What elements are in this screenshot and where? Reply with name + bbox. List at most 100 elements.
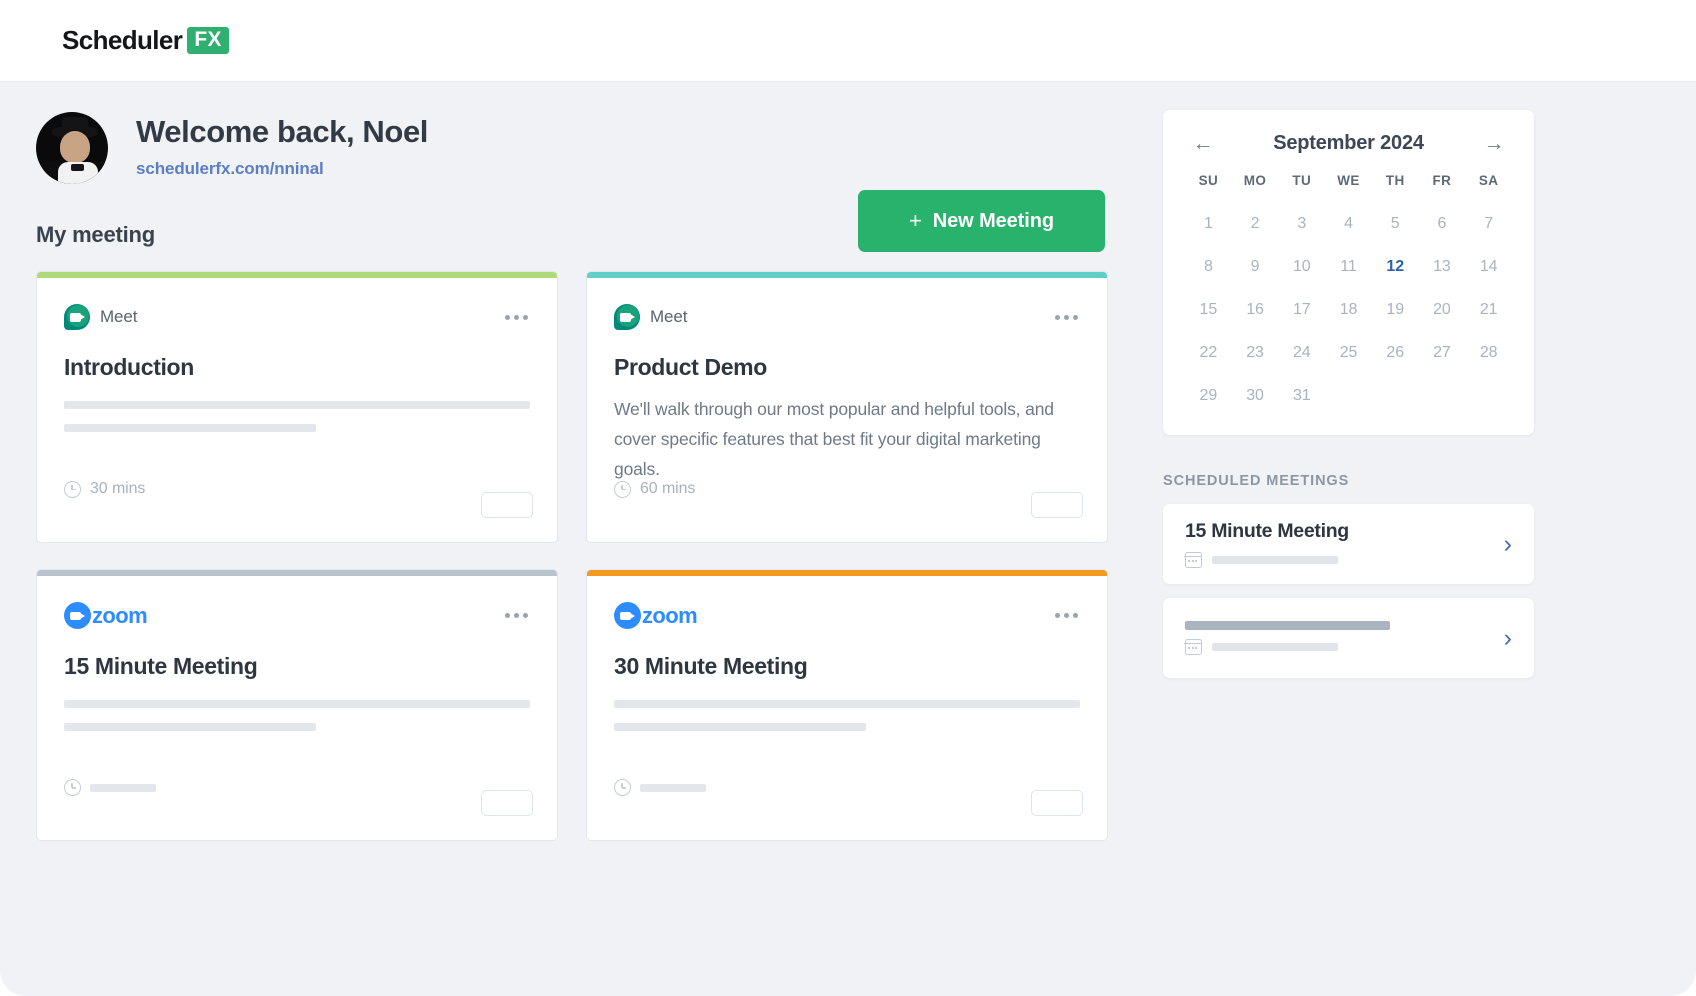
provider-badge: Meet: [64, 304, 138, 330]
description-placeholder-bar: [614, 700, 1080, 708]
card-action-placeholder-button[interactable]: [481, 790, 533, 816]
calendar-day[interactable]: 30: [1232, 381, 1279, 411]
chevron-right-icon[interactable]: ›: [1504, 625, 1512, 651]
calendar-day[interactable]: 7: [1465, 209, 1512, 239]
calendar-day[interactable]: 20: [1419, 295, 1466, 325]
card-action-placeholder-button[interactable]: [1031, 790, 1083, 816]
calendar-day[interactable]: 13: [1419, 252, 1466, 282]
calendar-day[interactable]: 21: [1465, 295, 1512, 325]
calendar-day[interactable]: 2: [1232, 209, 1279, 239]
scheduled-meeting-body: 15 Minute Meeting: [1184, 520, 1490, 568]
calendar-day[interactable]: 6: [1419, 209, 1466, 239]
card-duration: 60 mins: [640, 480, 696, 497]
scheduled-meetings-list: 15 Minute Meeting › ›: [1163, 504, 1534, 678]
calendar-day[interactable]: 14: [1465, 252, 1512, 282]
card-duration: 30 mins: [90, 480, 146, 497]
calendar-day[interactable]: 4: [1325, 209, 1372, 239]
calendar-day[interactable]: 22: [1185, 338, 1232, 368]
calendar-weekday-header: SA: [1478, 173, 1499, 188]
calendar-day[interactable]: 19: [1372, 295, 1419, 325]
calendar-day[interactable]: 25: [1325, 338, 1372, 368]
calendar-day[interactable]: 23: [1232, 338, 1279, 368]
card-action-placeholder-button[interactable]: [1031, 492, 1083, 518]
card-options-menu-icon[interactable]: [1053, 607, 1080, 624]
description-placeholder-bar: [64, 700, 530, 708]
google-meet-icon: [614, 304, 640, 330]
meeting-card[interactable]: zoom 15 Minute Meeting: [36, 569, 558, 841]
arrow-right-icon[interactable]: →: [1482, 133, 1506, 154]
card-header: zoom: [614, 602, 1080, 629]
provider-badge: zoom: [64, 602, 148, 629]
scheduled-title-placeholder-bar: [1185, 621, 1390, 630]
meeting-card[interactable]: Meet Product Demo We'll walk through our m…: [586, 271, 1108, 543]
description-placeholder-bar: [64, 401, 530, 409]
calendar-day[interactable]: 27: [1419, 338, 1466, 368]
calendar-day[interactable]: 17: [1278, 295, 1325, 325]
card-action-placeholder-button[interactable]: [481, 492, 533, 518]
calendar-day[interactable]: 3: [1278, 209, 1325, 239]
calendar-weekday-header: FR: [1432, 173, 1452, 188]
calendar-day[interactable]: 8: [1185, 252, 1232, 282]
new-meeting-button[interactable]: + New Meeting: [858, 190, 1105, 252]
meeting-card[interactable]: zoom 30 Minute Meeting: [586, 569, 1108, 841]
calendar-day[interactable]: 15: [1185, 295, 1232, 325]
clock-icon: [614, 480, 631, 498]
arrow-left-icon[interactable]: ←: [1191, 133, 1215, 154]
calendar-icon: [1184, 552, 1202, 568]
clock-icon: [614, 779, 631, 796]
calendar-day[interactable]: 11: [1325, 252, 1372, 282]
calendar-day[interactable]: 28: [1465, 338, 1512, 368]
card-title: 15 Minute Meeting: [64, 653, 258, 679]
calendar-day[interactable]: 31: [1278, 381, 1325, 411]
scheduled-meeting-item[interactable]: ›: [1163, 598, 1534, 678]
logo-wordmark: Scheduler: [62, 25, 183, 55]
calendar-day[interactable]: 29: [1185, 381, 1232, 411]
card-options-menu-icon[interactable]: [1053, 309, 1080, 326]
app-logo[interactable]: Scheduler FX: [62, 25, 229, 56]
clock-icon: [64, 480, 81, 498]
calendar-weekday-header: SU: [1198, 173, 1219, 188]
description-placeholder-bar: [64, 424, 316, 432]
welcome-text: Welcome back, Noel schedulerfx.com/nnina…: [136, 112, 428, 179]
zoom-icon: [614, 602, 641, 629]
provider-label: Meet: [100, 307, 138, 326]
card-title: Product Demo: [614, 354, 767, 380]
card-options-menu-icon[interactable]: [503, 309, 530, 326]
card-header: zoom: [64, 602, 530, 629]
calendar-day[interactable]: 10: [1278, 252, 1325, 282]
calendar-weekday-header: TU: [1292, 173, 1312, 188]
duration-placeholder-bar: [640, 783, 706, 792]
meeting-card[interactable]: Meet Introduction 30 mins: [36, 271, 558, 543]
card-footer: 30 mins: [64, 480, 145, 498]
calendar-day[interactable]: 9: [1232, 252, 1279, 282]
scheduled-meeting-meta: [1184, 639, 1490, 655]
calendar-day-today[interactable]: 12: [1372, 252, 1419, 282]
card-footer: [64, 779, 156, 796]
app-window: Scheduler FX Welcome back, Noel scheduler…: [0, 0, 1696, 996]
calendar-grid: SU MO TU WE TH FR SA 1 2 3 4 5 6 7 8 9 10 11 12 13 14 15 16 17 1…: [1185, 173, 1512, 411]
scheduled-meeting-item[interactable]: 15 Minute Meeting ›: [1163, 504, 1534, 584]
card-header: Meet: [614, 304, 1080, 330]
top-bar: Scheduler FX: [0, 0, 1696, 82]
calendar-day[interactable]: 24: [1278, 338, 1325, 368]
calendar-weekday-header: MO: [1243, 173, 1267, 188]
welcome-row: Welcome back, Noel schedulerfx.com/nnina…: [36, 82, 1142, 200]
calendar-day[interactable]: 5: [1372, 209, 1419, 239]
scheduled-meeting-meta: [1184, 552, 1490, 568]
logo-badge: FX: [187, 26, 229, 55]
sidebar-column: ← September 2024 → SU MO TU WE TH FR SA 1 2 3 4 5 6 7…: [1163, 110, 1534, 692]
calendar-icon: [1184, 639, 1202, 655]
provider-label: zoom: [642, 602, 698, 628]
description-placeholder-bar: [614, 723, 866, 731]
profile-link[interactable]: schedulerfx.com/nninal: [136, 159, 428, 179]
calendar-day[interactable]: 26: [1372, 338, 1419, 368]
card-footer: 60 mins: [614, 480, 695, 498]
scheduled-date-placeholder-bar: [1212, 556, 1338, 564]
calendar-day[interactable]: 18: [1325, 295, 1372, 325]
calendar-day[interactable]: 16: [1232, 295, 1279, 325]
calendar-day[interactable]: 1: [1185, 209, 1232, 239]
card-options-menu-icon[interactable]: [503, 607, 530, 624]
card-title: 30 Minute Meeting: [614, 653, 808, 679]
scheduled-date-placeholder-bar: [1212, 643, 1338, 651]
chevron-right-icon[interactable]: ›: [1504, 531, 1512, 557]
